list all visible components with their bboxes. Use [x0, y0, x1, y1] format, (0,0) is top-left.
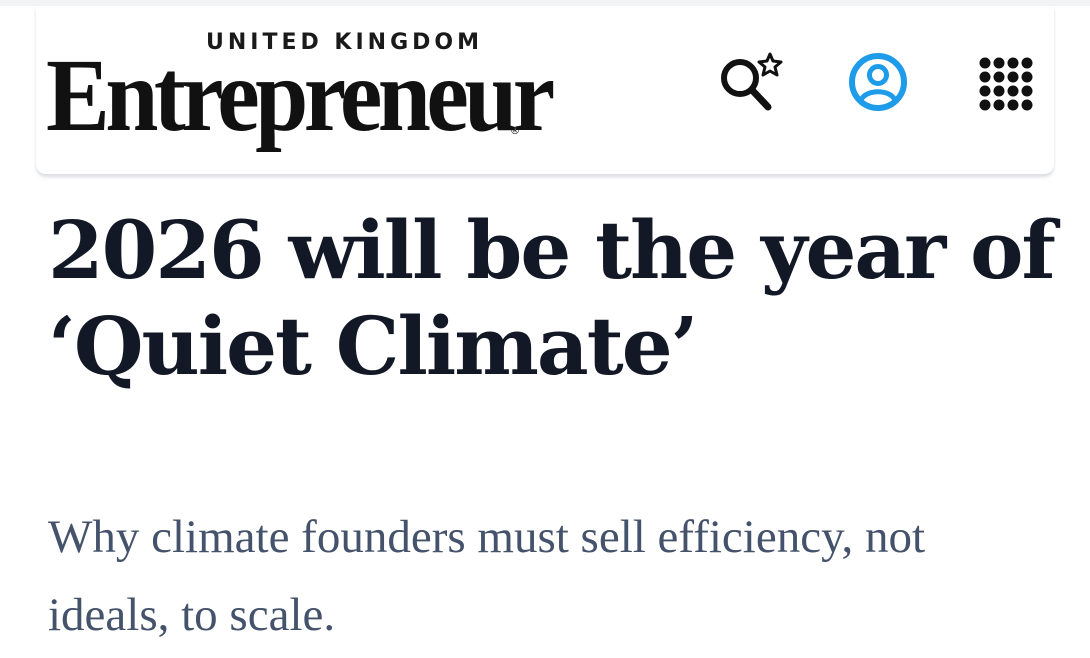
search-button[interactable] — [712, 50, 788, 114]
article-headline: 2026 will be the year of ‘Quiet Climate’ — [48, 203, 1056, 393]
user-circle-icon — [849, 53, 907, 111]
apps-grid-icon — [979, 57, 1033, 111]
search-star-icon — [721, 52, 783, 111]
account-button[interactable] — [846, 50, 910, 114]
article-subheadline: Why climate founders must sell efficienc… — [48, 511, 926, 641]
logo-wordmark: Entrepreneur — [46, 38, 555, 153]
logo-trademark: ® — [510, 126, 520, 137]
site-header: UNITED KINGDOM Entrepreneur ® — [36, 6, 1054, 174]
apps-menu-button[interactable] — [976, 54, 1034, 112]
